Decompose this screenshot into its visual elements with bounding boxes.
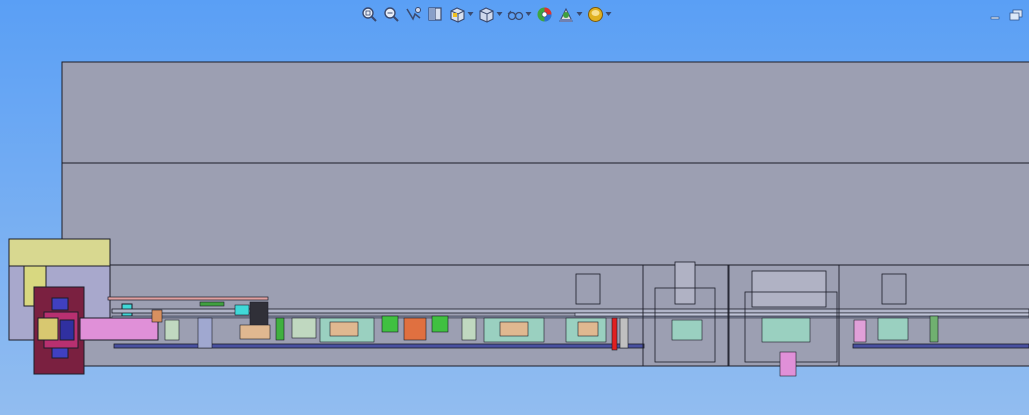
display-style-icon	[477, 5, 496, 24]
station-4	[275, 317, 317, 341]
display-style-button[interactable]	[477, 3, 503, 25]
upper-guide-rail-left	[107, 296, 269, 301]
motor-top-plate	[8, 238, 111, 267]
section-view-button[interactable]	[426, 5, 445, 24]
edit-appearance-icon	[535, 5, 554, 24]
frame-b-pink-part	[779, 351, 797, 377]
section-view-icon	[426, 5, 445, 24]
restore-icon[interactable]	[1009, 6, 1023, 25]
post-right	[881, 273, 907, 305]
station-5	[319, 317, 375, 343]
zoom-to-fit-button[interactable]	[360, 5, 379, 24]
cad-model-view[interactable]	[0, 0, 1029, 415]
minimize-icon[interactable]	[989, 6, 1001, 25]
post-left	[575, 273, 601, 305]
previous-view-icon	[404, 5, 423, 24]
view-settings-button[interactable]	[586, 3, 612, 25]
coupling-top	[51, 297, 69, 311]
chevron-down-icon[interactable]	[496, 3, 503, 25]
frame-a-bracket	[674, 261, 696, 305]
view-settings-icon	[586, 5, 605, 24]
pink-drive-arm	[79, 317, 159, 341]
hide-show-items-button[interactable]	[506, 3, 532, 25]
shaft-collar	[37, 317, 59, 341]
graphics-viewport[interactable]	[0, 0, 1029, 415]
view-orientation-icon	[448, 5, 467, 24]
frame-a-carriage	[671, 319, 703, 341]
chevron-down-icon[interactable]	[525, 3, 532, 25]
view-orientation-button[interactable]	[448, 3, 474, 25]
lower-rail-right	[852, 343, 1029, 349]
lower-rail-left	[113, 343, 645, 349]
right-green-post	[929, 315, 939, 343]
red-stop-bar	[611, 317, 618, 351]
chevron-down-icon[interactable]	[576, 3, 583, 25]
edit-appearance-button[interactable]	[535, 5, 554, 24]
right-carriage	[877, 317, 909, 341]
shaft-hub	[59, 319, 75, 341]
zoom-to-area-icon	[382, 5, 401, 24]
apply-scene-button[interactable]	[557, 3, 583, 25]
station-7	[461, 317, 545, 343]
coupling-bottom	[51, 347, 69, 359]
chevron-down-icon[interactable]	[467, 3, 474, 25]
hide-show-items-icon	[506, 5, 525, 24]
previous-view-button[interactable]	[404, 5, 423, 24]
frame-b-head	[751, 270, 827, 308]
chevron-down-icon[interactable]	[605, 3, 612, 25]
zoom-to-area-button[interactable]	[382, 5, 401, 24]
apply-scene-icon	[557, 5, 576, 24]
heads-up-view-toolbar	[360, 3, 612, 25]
right-pink-block	[853, 319, 867, 343]
frame-b-carriage	[761, 317, 811, 343]
main-top-rail	[111, 308, 1029, 314]
zoom-to-fit-icon	[360, 5, 379, 24]
window-controls	[989, 6, 1023, 25]
